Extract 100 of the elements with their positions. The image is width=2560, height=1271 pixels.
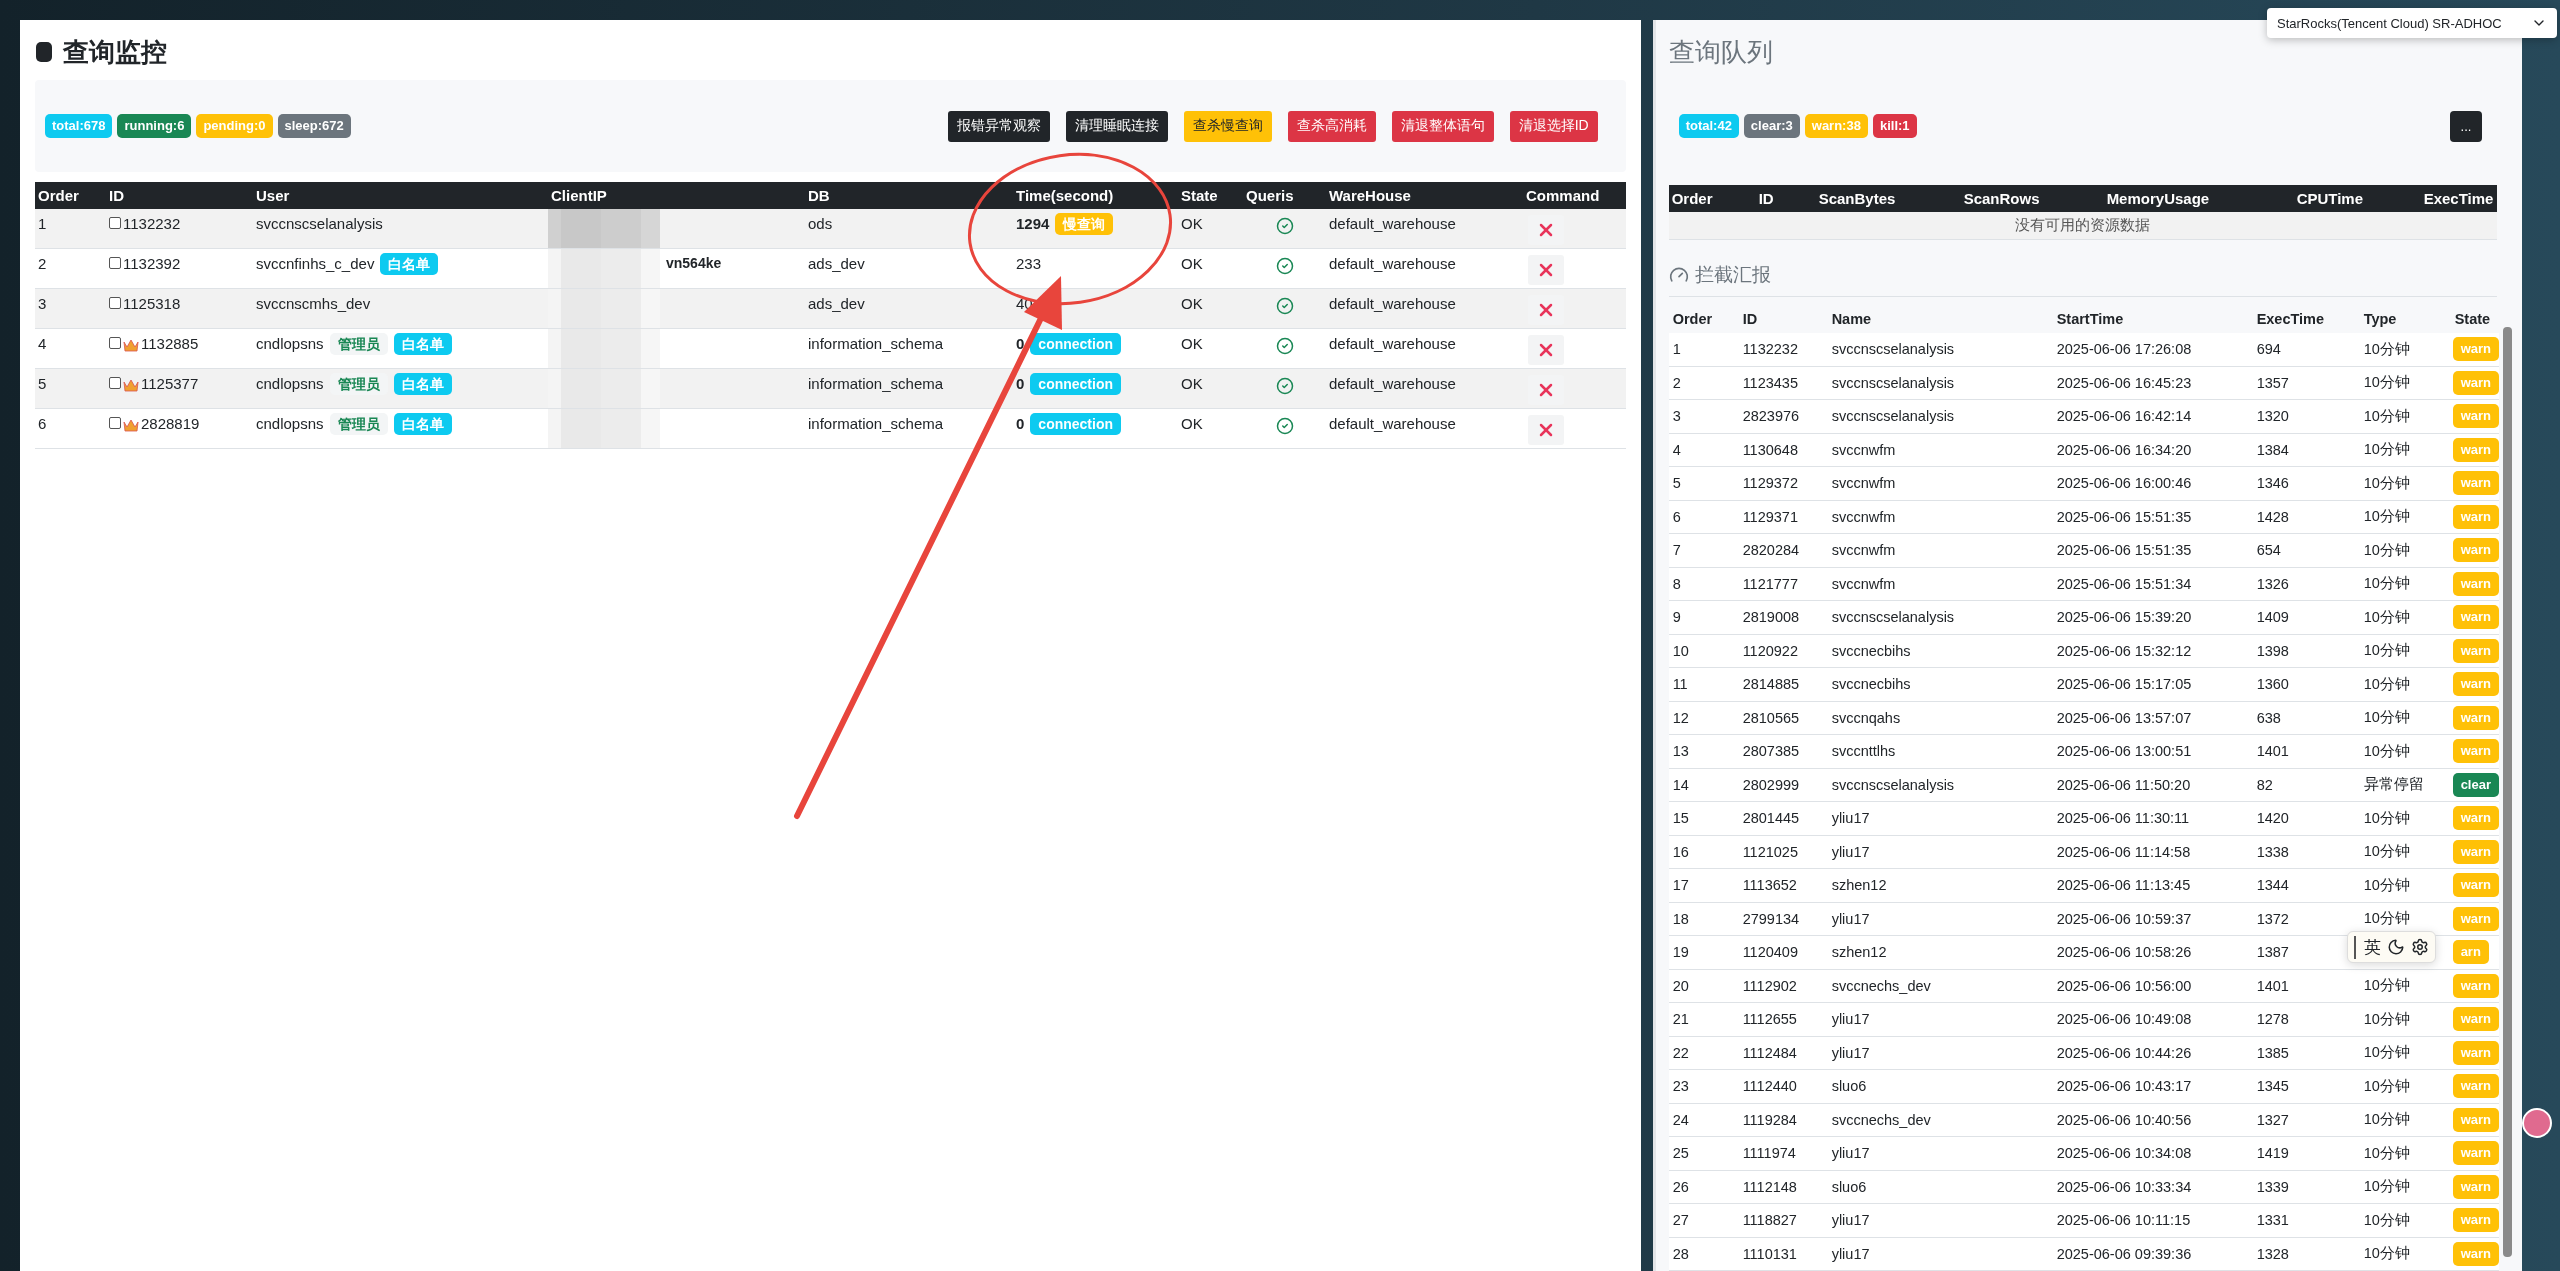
table-cell-text: 2823976 [1741,408,1801,425]
action-button[interactable]: 清退整体语句 [1391,110,1494,142]
user-name: svccnscselanalysis [256,215,383,232]
action-button[interactable]: 清退选择ID [1509,110,1598,142]
ime-toolbar[interactable]: 英 [2347,931,2436,963]
table-cell: OK [1181,295,1203,312]
row-checkbox[interactable] [109,377,121,389]
state-badge: warn [2452,1040,2499,1065]
table-cell: ods [808,215,833,232]
kill-button[interactable] [1528,415,1564,445]
table-cell-text: 2820284 [1741,542,1801,559]
table-cell-text: 2025-06-06 13:57:07 [2055,709,2193,726]
table-cell-text: 2025-06-06 10:43:17 [2055,1078,2193,1095]
table-cell-text: 1387 [2255,944,2290,961]
table-cell-text: 1112484 [1741,1044,1798,1061]
scrollbar[interactable] [2503,327,2512,1257]
column-header: User [255,187,291,204]
table-cell-text: 1360 [2255,676,2290,693]
table-cell-text: 1119284 [1741,1111,1798,1128]
state-badge: warn [2452,1007,2499,1032]
state-badge: warn [2452,1174,2499,1199]
column-header: ClientIP [550,187,608,204]
table-cell-text: 1120409 [1741,944,1799,961]
column-header: Name [1830,311,1873,327]
table-cell-text: 1121025 [1741,843,1799,860]
table-cell-text: 2025-06-06 15:39:20 [2055,609,2193,626]
table-cell-text: 2025-06-06 11:50:20 [2055,776,2192,793]
table-cell-text: 10 [1671,642,1690,659]
action-button[interactable]: 清理睡眠连接 [1065,110,1168,142]
table-cell-text: 10分钟 [2362,1110,2411,1130]
column-header: Order [37,187,80,204]
row-checkbox[interactable] [109,257,121,269]
action-button[interactable]: 报错异常观察 [947,110,1050,142]
table-cell-text: 2025-06-06 15:32:12 [2055,642,2193,659]
table-cell-text: 2025-06-06 10:44:26 [2055,1044,2193,1061]
table-cell-text: 12 [1671,709,1690,726]
action-button[interactable]: 查杀高消耗 [1287,110,1376,142]
column-header: ID [1741,311,1759,327]
column-header: ScanRows [1962,190,2041,207]
kill-button[interactable] [1528,335,1564,365]
translate-bubble-icon[interactable] [2522,1108,2552,1138]
time-value: 233 [1016,255,1042,272]
table-cell-text: 1129372 [1741,475,1799,492]
table-cell-text: 1111974 [1741,1145,1797,1162]
table-cell-text: 2 [1671,374,1682,391]
table-cell-text: svccnwfm [1830,508,1897,525]
state-badge: warn [2452,1107,2499,1132]
table-cell-text: 10分钟 [2362,507,2411,527]
user-name: svccnfinhs_c_dev [256,255,375,272]
table-cell-text: svccnscselanalysis [1830,609,1956,626]
column-header: State [1180,187,1219,204]
table-cell-text: 2025-06-06 16:00:46 [2055,475,2193,492]
table-cell-text: 1401 [2255,977,2290,994]
table-cell-text: 15 [1671,810,1690,827]
row-checkbox[interactable] [109,217,121,229]
kill-button[interactable] [1528,255,1564,285]
row-checkbox[interactable] [109,297,121,309]
stat-badge: warn:38 [1804,114,1868,138]
row-checkbox[interactable] [109,417,121,429]
table-cell: 1132392 [123,255,181,272]
table-cell-text: sluo6 [1830,1178,1868,1195]
table-cell: 1125318 [123,295,181,312]
table-cell-text: 10分钟 [2362,1143,2411,1163]
column-header: Queris [1245,187,1295,204]
user-tag: 白名单 [380,253,439,275]
table-cell-text: 17 [1671,877,1690,894]
table-cell-text: 1339 [2255,1178,2290,1195]
state-badge: warn [2452,906,2499,931]
action-button[interactable]: 查杀慢查询 [1183,110,1272,142]
state-badge: warn [2452,672,2499,697]
table-cell-text: 28 [1671,1245,1690,1262]
table-cell-text: 10分钟 [2362,440,2411,460]
table-cell-text: 10分钟 [2362,1009,2411,1029]
table-cell-text: 10分钟 [2362,373,2411,393]
table-cell-text: 2807385 [1741,743,1801,760]
state-badge: warn [2452,504,2499,529]
table-cell-text: 10分钟 [2362,1043,2411,1063]
table-cell-text: sluo6 [1830,1078,1868,1095]
table-cell-text: 10分钟 [2362,473,2411,493]
table-cell-text: 7 [1671,542,1682,559]
table-cell-text: 1338 [2255,843,2290,860]
state-badge: warn [2452,705,2499,730]
more-button[interactable]: ... [2450,110,2482,142]
table-cell-text: 2025-06-06 13:00:51 [2055,743,2193,760]
column-header: StartTime [2055,311,2125,327]
time-tag: connection [1030,333,1121,355]
time-tag: 慢查询 [1055,213,1114,235]
table-cell: ads_dev [808,295,865,312]
table-cell-text: 26 [1671,1178,1690,1195]
table-cell: default_warehouse [1329,375,1456,392]
cluster-select[interactable]: StarRocks(Tencent Cloud) SR-ADHOC [2267,8,2557,38]
table-cell-text: 2025-06-06 10:59:37 [2055,910,2193,927]
table-cell-text: 20 [1671,977,1690,994]
row-checkbox[interactable] [109,337,121,349]
state-badge: warn [2452,1241,2499,1266]
user-tag: 白名单 [393,373,452,395]
table-cell-text: 1344 [2255,877,2290,894]
table-cell-text: 25 [1671,1145,1690,1162]
user-tag: 管理员 [329,373,388,395]
user-name: cndlopsns [256,415,324,432]
